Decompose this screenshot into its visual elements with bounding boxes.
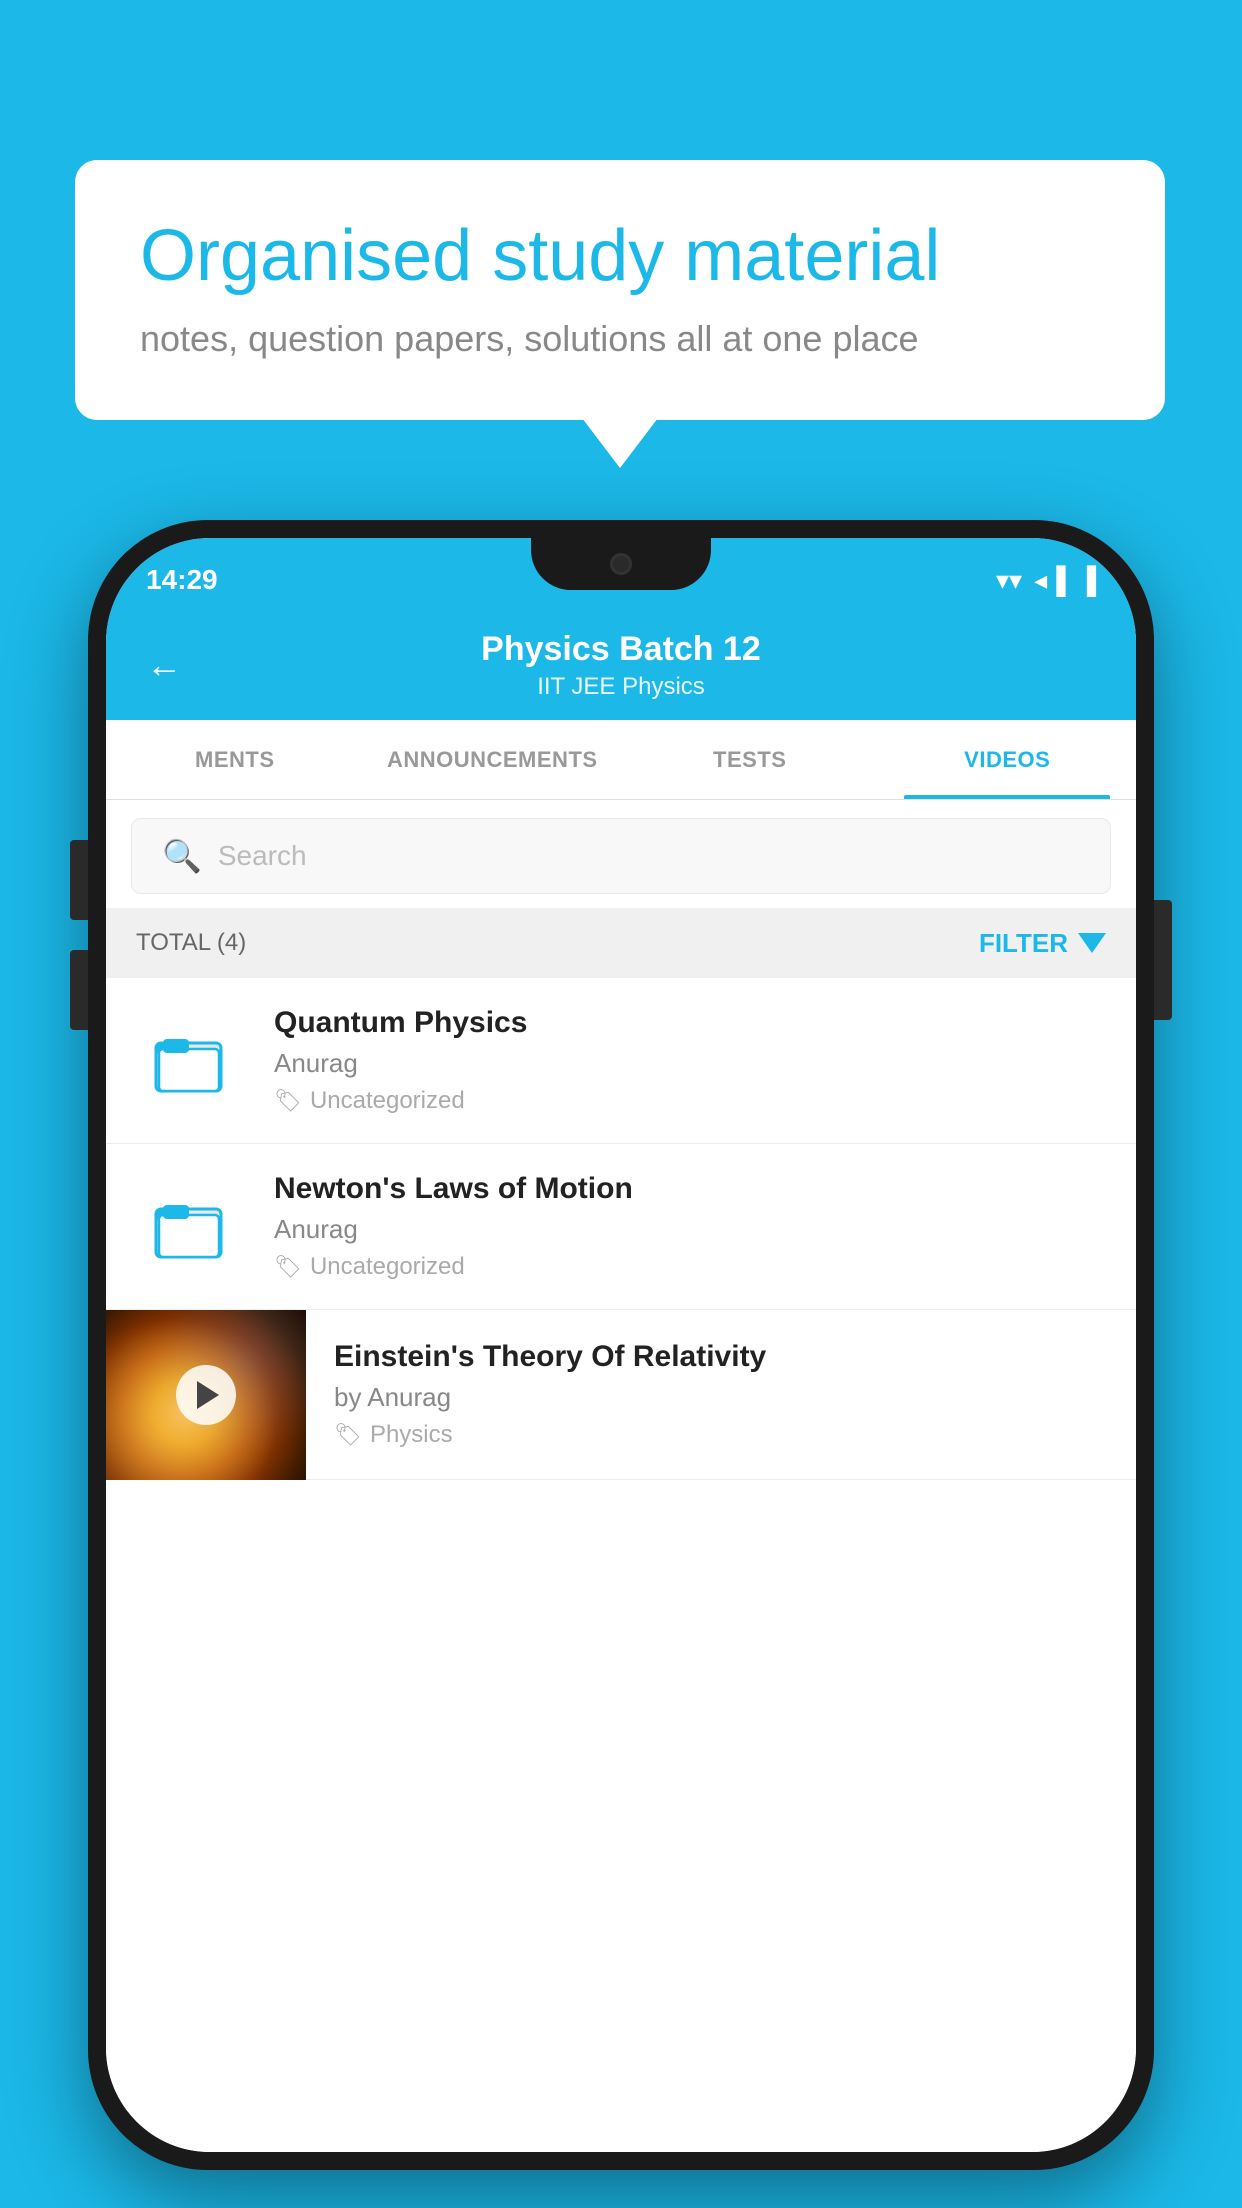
search-icon: 🔍: [162, 837, 202, 875]
tag-icon: 🏷: [274, 1254, 302, 1280]
video-author: Anurag: [274, 1214, 1106, 1245]
folder-icon: [151, 1187, 231, 1267]
back-button[interactable]: ←: [146, 644, 182, 686]
list-item[interactable]: Einstein's Theory Of Relativity by Anura…: [106, 1310, 1136, 1480]
header-title-block: Physics Batch 12 IIT JEE Physics: [481, 630, 761, 701]
search-input[interactable]: Search: [218, 840, 307, 872]
notch: [531, 538, 711, 590]
tab-tests[interactable]: TESTS: [621, 720, 879, 799]
header-title: Physics Batch 12: [481, 630, 761, 669]
video-list: Quantum Physics Anurag 🏷 Uncategorized: [106, 978, 1136, 2152]
phone-outer: 14:29 ▾▾ ◂▐ ▐ ← Physics Batch 12 IIT JEE…: [88, 520, 1154, 2170]
status-time: 14:29: [146, 552, 218, 596]
phone-screen: 14:29 ▾▾ ◂▐ ▐ ← Physics Batch 12 IIT JEE…: [106, 538, 1136, 2152]
speech-bubble-container: Organised study material notes, question…: [75, 160, 1165, 420]
video-title: Quantum Physics: [274, 1006, 1106, 1040]
folder-icon: [151, 1021, 231, 1101]
video-tag-row: 🏷 Uncategorized: [274, 1087, 1106, 1115]
filter-button[interactable]: FILTER: [979, 928, 1106, 959]
power-button: [1154, 900, 1172, 1020]
speech-bubble: Organised study material notes, question…: [75, 160, 1165, 420]
video-thumb-1: [136, 1016, 246, 1106]
bubble-title: Organised study material: [140, 215, 1100, 298]
play-button[interactable]: [176, 1365, 236, 1425]
list-item[interactable]: Quantum Physics Anurag 🏷 Uncategorized: [106, 978, 1136, 1144]
video-thumbnail-3: [106, 1310, 306, 1480]
video-info-3: Einstein's Theory Of Relativity by Anura…: [334, 1320, 1106, 1469]
app-header: ← Physics Batch 12 IIT JEE Physics: [106, 610, 1136, 720]
volume-down-button: [70, 950, 88, 1030]
volume-up-button: [70, 840, 88, 920]
wifi-icon: ▾▾: [996, 565, 1022, 596]
video-tag-row: 🏷 Physics: [334, 1421, 1106, 1449]
search-container: 🔍 Search: [106, 800, 1136, 912]
tab-videos[interactable]: VIDEOS: [879, 720, 1137, 799]
status-icons: ▾▾ ◂▐ ▐: [996, 553, 1096, 596]
tabs-bar: MENTS ANNOUNCEMENTS TESTS VIDEOS: [106, 720, 1136, 800]
filter-icon: [1078, 933, 1106, 953]
list-item[interactable]: Newton's Laws of Motion Anurag 🏷 Uncateg…: [106, 1144, 1136, 1310]
tag-text: Uncategorized: [310, 1253, 465, 1281]
phone: 14:29 ▾▾ ◂▐ ▐ ← Physics Batch 12 IIT JEE…: [88, 520, 1154, 2170]
battery-icon: ▐: [1078, 565, 1096, 596]
filter-label: FILTER: [979, 928, 1068, 959]
video-title: Einstein's Theory Of Relativity: [334, 1340, 1106, 1374]
tab-announcements[interactable]: ANNOUNCEMENTS: [364, 720, 622, 799]
search-box[interactable]: 🔍 Search: [131, 818, 1111, 894]
bubble-subtitle: notes, question papers, solutions all at…: [140, 318, 1100, 360]
tab-ments[interactable]: MENTS: [106, 720, 364, 799]
play-icon: [197, 1381, 219, 1409]
video-tag-row: 🏷 Uncategorized: [274, 1253, 1106, 1281]
camera: [610, 553, 632, 575]
video-author: by Anurag: [334, 1382, 1106, 1413]
signal-icon: ◂▐: [1034, 565, 1065, 596]
tag-icon: 🏷: [334, 1422, 362, 1448]
tag-icon: 🏷: [274, 1088, 302, 1114]
tag-text: Uncategorized: [310, 1087, 465, 1115]
video-info-2: Newton's Laws of Motion Anurag 🏷 Uncateg…: [274, 1172, 1106, 1281]
tag-text: Physics: [370, 1421, 453, 1449]
video-author: Anurag: [274, 1048, 1106, 1079]
filter-row: TOTAL (4) FILTER: [106, 908, 1136, 978]
video-thumb-2: [136, 1182, 246, 1272]
total-count: TOTAL (4): [136, 929, 246, 957]
video-title: Newton's Laws of Motion: [274, 1172, 1106, 1206]
video-info-1: Quantum Physics Anurag 🏷 Uncategorized: [274, 1006, 1106, 1115]
header-subtitle: IIT JEE Physics: [481, 673, 761, 701]
